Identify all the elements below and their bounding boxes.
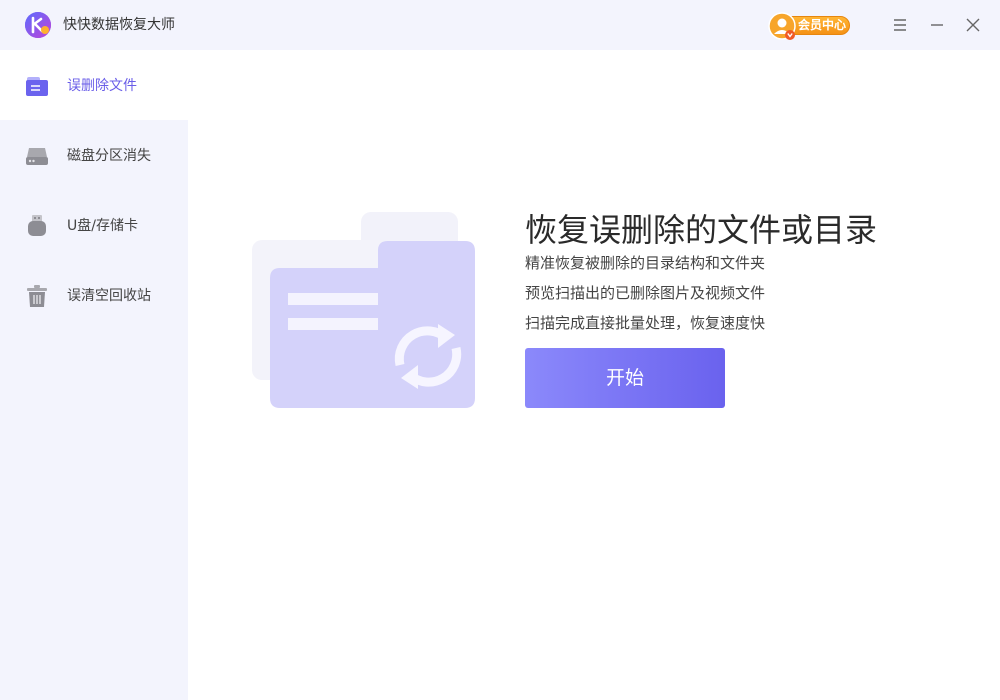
minimize-icon[interactable] (926, 14, 948, 36)
hard-disk-icon (26, 148, 48, 165)
trash-icon (27, 285, 47, 307)
page-headline: 恢复误删除的文件或目录 (525, 211, 878, 249)
folder-recover-icon (252, 212, 475, 408)
vip-center-label: 会员中心 (798, 18, 847, 32)
menu-icon[interactable] (889, 14, 911, 36)
usb-drive-icon (28, 215, 46, 236)
document-folder-icon (26, 77, 48, 96)
title-bar: 快快数据恢复大师 会员中心 (0, 0, 1000, 50)
feature-text: 扫描完成直接批量处理，恢复速度快 (525, 314, 766, 332)
close-icon[interactable] (962, 14, 984, 36)
vip-avatar-icon (768, 12, 796, 40)
feature-text: 预览扫描出的已删除图片及视频文件 (525, 284, 766, 302)
start-button[interactable]: 开始 (525, 348, 725, 408)
sidebar-item-label: U盘/存储卡 (67, 218, 138, 234)
sidebar-item-label: 误清空回收站 (67, 288, 151, 304)
app-window: 快快数据恢复大师 会员中心 误删除文件 磁盘分区消失 U盘/存储卡 误清空回收站… (0, 0, 1000, 700)
sidebar-item-label: 磁盘分区消失 (67, 148, 151, 164)
sidebar-item-recycle-bin[interactable]: 误清空回收站 (0, 260, 188, 330)
app-title: 快快数据恢复大师 (63, 17, 175, 33)
sidebar-item-label: 误删除文件 (67, 78, 137, 94)
sidebar-item-partition-lost[interactable]: 磁盘分区消失 (0, 120, 188, 190)
sidebar-item-deleted-files[interactable]: 误删除文件 (0, 50, 188, 120)
app-logo-icon (25, 12, 51, 38)
main-panel: 恢复误删除的文件或目录 精准恢复被删除的目录结构和文件夹 预览扫描出的已删除图片… (188, 50, 1000, 700)
vip-center-button[interactable]: 会员中心 (768, 12, 852, 40)
sidebar: 误删除文件 磁盘分区消失 U盘/存储卡 误清空回收站 (0, 50, 188, 700)
feature-text: 精准恢复被删除的目录结构和文件夹 (525, 254, 766, 272)
sidebar-item-usb-card[interactable]: U盘/存储卡 (0, 190, 188, 260)
